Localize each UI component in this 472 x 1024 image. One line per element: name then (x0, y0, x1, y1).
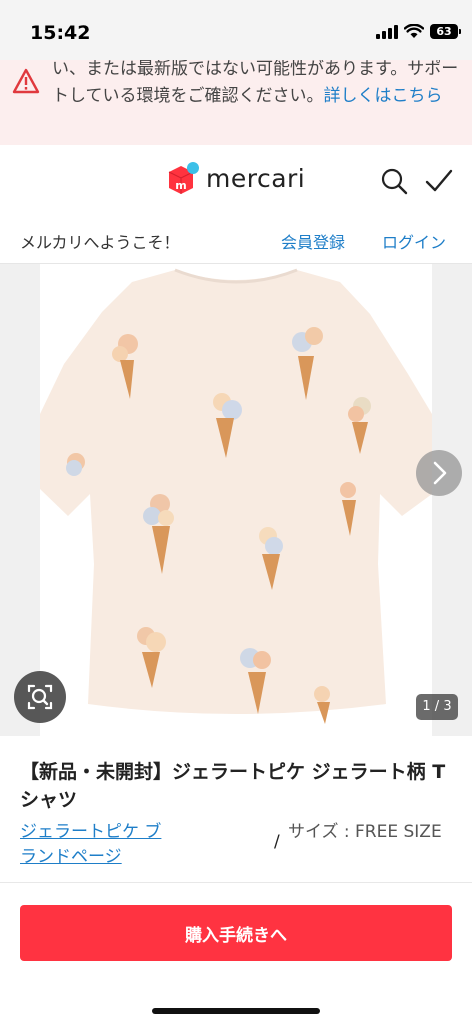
cellular-signal-icon (376, 24, 398, 39)
info-separator: / (274, 832, 280, 852)
search-icon[interactable] (380, 167, 408, 195)
details-link[interactable]: 詳しくはこちら (324, 86, 443, 106)
lens-search-icon (27, 684, 53, 710)
brand-page-link[interactable]: ジェラートピケ ブランドページ (20, 820, 170, 870)
next-image-button[interactable] (416, 450, 462, 496)
home-indicator (152, 1008, 320, 1014)
welcome-text: メルカリへようこそ！ (20, 233, 180, 252)
image-page-indicator: 1 / 3 (416, 694, 458, 720)
welcome-bar: メルカリへようこそ！ 会員登録 ログイン (0, 217, 472, 264)
product-gallery[interactable]: 1 / 3 (0, 264, 472, 736)
product-title: 【新品・未開封】ジェラートピケ ジェラート柄 Tシャツ (20, 761, 446, 811)
warning-icon (12, 68, 40, 94)
chevron-right-icon (433, 461, 447, 485)
size-label: サイズ : FREE SIZE (288, 822, 442, 842)
login-link[interactable]: ログイン (382, 229, 446, 253)
image-search-button[interactable] (14, 671, 66, 723)
divider (0, 882, 472, 883)
product-image (40, 264, 432, 736)
wifi-icon (404, 24, 424, 38)
status-bar: 15:42 63 (0, 0, 472, 60)
status-time: 15:42 (30, 22, 91, 44)
warning-message: い、または最新版ではない可能性があります。サポートしている環境をご確認ください。… (52, 60, 462, 110)
logo-text: mercari (206, 163, 306, 193)
checklist-icon[interactable] (424, 167, 454, 195)
unsupported-browser-banner: い、または最新版ではない可能性があります。サポートしている環境をご確認ください。… (0, 60, 472, 145)
battery-icon: 63 (430, 24, 461, 39)
signup-link[interactable]: 会員登録 (281, 229, 345, 253)
site-header: m mercari (0, 145, 472, 217)
status-icons: 63 (376, 24, 461, 39)
mercari-logo-icon: m (168, 162, 199, 194)
svg-text:m: m (175, 179, 186, 192)
purchase-button[interactable]: 購入手続きへ (20, 905, 452, 961)
mercari-logo[interactable]: m mercari (166, 161, 305, 195)
